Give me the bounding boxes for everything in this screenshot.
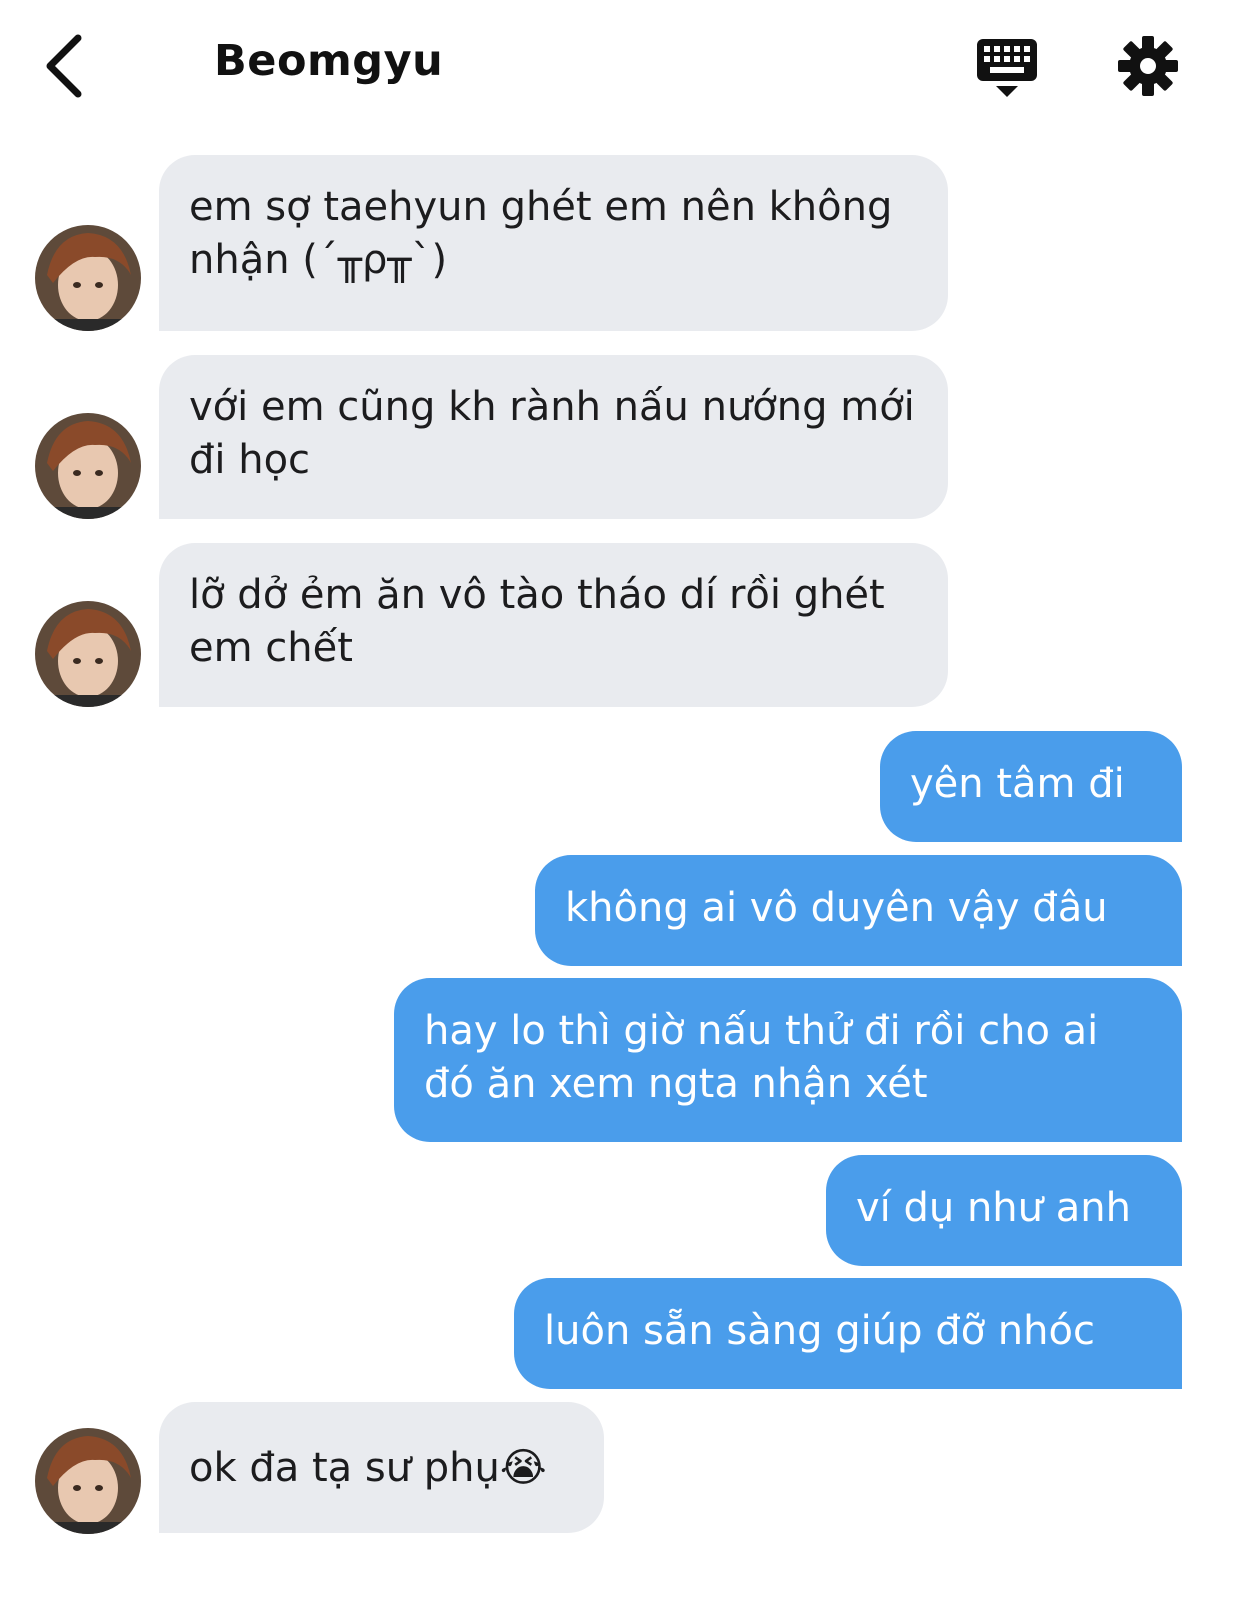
chevron-left-icon — [46, 34, 82, 98]
outgoing-message[interactable]: ví dụ như anh — [826, 1155, 1182, 1266]
chat-header: Beomgyu — [0, 0, 1242, 135]
profile-photo-icon — [35, 225, 141, 331]
contact-name[interactable]: Beomgyu — [214, 36, 443, 86]
keyboard-hide-icon — [977, 39, 1037, 97]
profile-photo-icon — [35, 1428, 141, 1534]
profile-photo-icon — [35, 601, 141, 707]
avatar[interactable] — [35, 1428, 141, 1534]
outgoing-message[interactable]: yên tâm đi — [880, 731, 1182, 842]
keyboard-toggle-button[interactable] — [974, 36, 1040, 102]
outgoing-message[interactable]: không ai vô duyên vậy đâu — [535, 855, 1182, 966]
chat-screen: Beomgyu em sợ taehyun ghét em nên không … — [0, 0, 1242, 1599]
incoming-message[interactable]: với em cũng kh rành nấu nướng mới đi học — [159, 355, 948, 519]
avatar[interactable] — [35, 225, 141, 331]
outgoing-message[interactable]: luôn sẵn sàng giúp đỡ nhóc — [514, 1278, 1182, 1389]
avatar[interactable] — [35, 601, 141, 707]
back-button[interactable] — [38, 30, 98, 102]
profile-photo-icon — [35, 413, 141, 519]
incoming-message[interactable]: lỡ dở ẻm ăn vô tào tháo dí rồi ghét em c… — [159, 543, 948, 707]
avatar[interactable] — [35, 413, 141, 519]
incoming-message[interactable]: ok đa tạ sư phụ😭 — [159, 1402, 604, 1533]
gear-icon — [1118, 36, 1178, 96]
settings-button[interactable] — [1116, 34, 1180, 98]
incoming-message[interactable]: em sợ taehyun ghét em nên không nhận (´╥… — [159, 155, 948, 331]
outgoing-message[interactable]: hay lo thì giờ nấu thử đi rồi cho ai đó … — [394, 978, 1182, 1142]
